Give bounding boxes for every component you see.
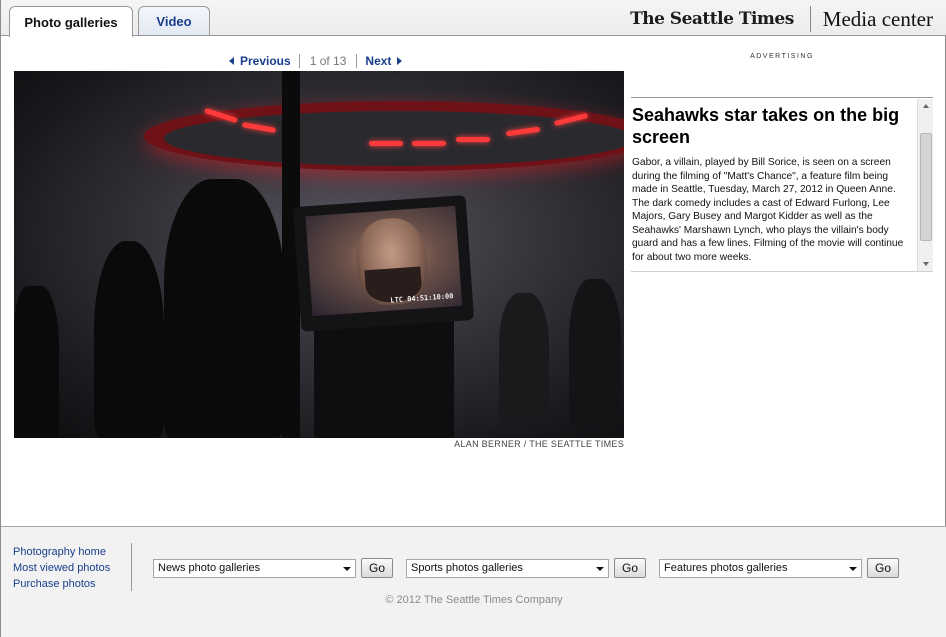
brand: The Seattle Times Media center — [630, 6, 933, 32]
news-galleries-select[interactable]: News photo galleries — [153, 558, 356, 578]
photo-person-silhouette — [499, 293, 549, 423]
news-galleries-value: News photo galleries — [158, 562, 261, 574]
gallery-photo[interactable]: LTC 04:51:10:00 — [14, 71, 624, 438]
scroll-up-arrow-icon — [923, 104, 929, 108]
dropdown-arrow-icon — [343, 566, 351, 571]
scroll-up-button[interactable] — [918, 99, 934, 113]
advertising-label: ADVERTISING — [750, 53, 814, 60]
news-galleries-group: News photo galleries Go — [153, 558, 393, 578]
scroll-down-arrow-icon — [923, 262, 929, 266]
previous-label: Previous — [240, 54, 291, 68]
footer: Photography home Most viewed photos Purc… — [1, 526, 946, 637]
purchase-photos-link[interactable]: Purchase photos — [13, 576, 110, 592]
caption-text: Gabor, a villain, played by Bill Sorice,… — [632, 157, 904, 263]
news-go-button[interactable]: Go — [361, 558, 393, 578]
photo-equipment — [314, 321, 454, 438]
scrollbar-thumb[interactable] — [920, 133, 932, 241]
scroll-down-button[interactable] — [918, 257, 934, 271]
next-arrow-icon — [397, 57, 403, 65]
copyright: © 2012 The Seattle Times Company — [385, 594, 563, 606]
photo-person-silhouette — [14, 286, 59, 438]
page-frame: Photo galleries Video The Seattle Times … — [0, 0, 946, 637]
photo-red-light — [456, 137, 490, 142]
dropdown-arrow-icon — [596, 566, 604, 571]
photography-home-link[interactable]: Photography home — [13, 544, 110, 560]
most-viewed-photos-link[interactable]: Most viewed photos — [13, 560, 110, 576]
next-link[interactable]: Next — [365, 54, 403, 68]
section-title: Media center — [822, 6, 933, 31]
features-galleries-select[interactable]: Features photos galleries — [659, 558, 862, 578]
sports-galleries-value: Sports photos galleries — [411, 562, 523, 574]
photo-red-light — [412, 141, 446, 146]
dropdown-arrow-icon — [849, 566, 857, 571]
seattle-times-logo[interactable]: The Seattle Times — [630, 6, 811, 32]
features-galleries-value: Features photos galleries — [664, 562, 788, 574]
tab-photo-galleries[interactable]: Photo galleries — [9, 6, 133, 37]
next-label: Next — [365, 54, 392, 68]
tab-video[interactable]: Video — [138, 6, 210, 35]
caption-panel: Seahawks star takes on the big screen Ga… — [631, 97, 933, 272]
photo-person-silhouette — [94, 241, 164, 438]
caption-content: Seahawks star takes on the big screen Ga… — [632, 104, 914, 264]
photo-monitor: LTC 04:51:10:00 — [292, 195, 475, 332]
footer-links: Photography home Most viewed photos Purc… — [13, 544, 110, 592]
photo-person-silhouette — [569, 279, 621, 429]
sports-go-button[interactable]: Go — [614, 558, 646, 578]
features-galleries-group: Features photos galleries Go — [659, 558, 899, 578]
footer-divider — [131, 543, 132, 591]
photo-monitor-screen: LTC 04:51:10:00 — [305, 205, 463, 317]
features-go-button[interactable]: Go — [867, 558, 899, 578]
header-bar: Photo galleries Video The Seattle Times … — [1, 0, 946, 37]
caption-scrollbar[interactable] — [917, 99, 933, 271]
gallery-pager: Previous 1 of 13 Next — [229, 53, 403, 69]
photo-red-light — [369, 141, 403, 146]
previous-link[interactable]: Previous — [229, 54, 291, 68]
sports-galleries-select[interactable]: Sports photos galleries — [406, 558, 609, 578]
photo-person-silhouette — [164, 179, 284, 438]
sports-galleries-group: Sports photos galleries Go — [406, 558, 646, 578]
photo-credit: ALAN BERNER / THE SEATTLE TIMES — [454, 439, 624, 449]
previous-arrow-icon — [229, 57, 234, 65]
caption-title: Seahawks star takes on the big screen — [632, 105, 900, 147]
photo-count: 1 of 13 — [298, 54, 358, 68]
